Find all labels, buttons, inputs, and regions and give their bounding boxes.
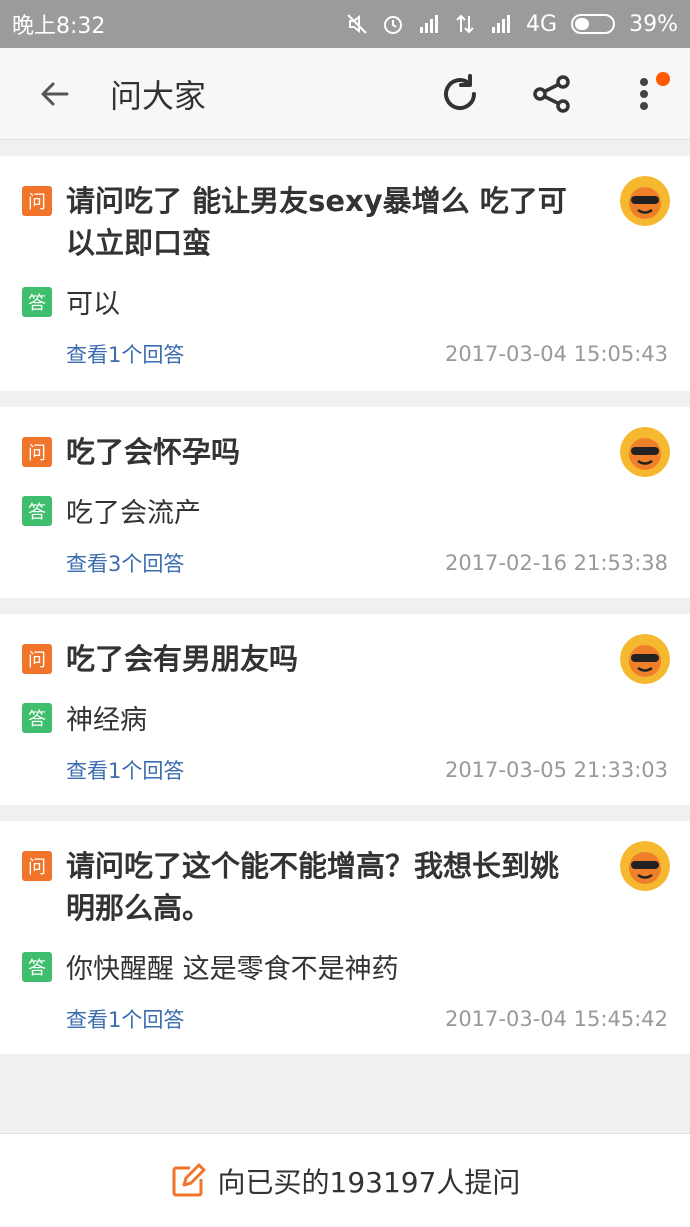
- question-tag: 问: [22, 644, 52, 674]
- edit-icon: [172, 1163, 206, 1196]
- question-tag: 问: [22, 851, 52, 881]
- refresh-button[interactable]: [414, 48, 506, 140]
- question-row: 问 请问吃了 能让男友sexy暴增么 吃了可以立即口蛮: [22, 180, 668, 264]
- view-answers-link[interactable]: 查看1个回答: [66, 755, 184, 785]
- answer-tag: 答: [22, 702, 52, 733]
- question-card[interactable]: 问 请问吃了这个能不能增高？我想长到姚明那么高。 答 你快醒醒 这是零食不是神药…: [0, 821, 690, 1054]
- ask-question-button[interactable]: 向已买的193197人提问: [0, 1133, 690, 1227]
- signal-icon-2: [492, 15, 511, 33]
- notification-dot: [656, 71, 670, 86]
- card-meta: 查看3个回答 2017-02-16 21:53:38: [22, 548, 668, 578]
- view-answers-link[interactable]: 查看1个回答: [66, 1004, 184, 1034]
- user-avatar: [620, 841, 670, 891]
- status-time: 晚上8:32: [12, 14, 106, 39]
- question-timestamp: 2017-03-04 15:45:42: [444, 1007, 668, 1031]
- answer-text: 吃了会流产: [66, 498, 201, 529]
- more-menu-button[interactable]: [598, 48, 690, 140]
- answer-row: 答 吃了会流产: [22, 491, 668, 530]
- answer-text: 可以: [66, 289, 120, 320]
- alarm-icon: [384, 16, 403, 34]
- user-avatar: [620, 176, 670, 226]
- question-timestamp: 2017-03-05 21:33:03: [444, 758, 668, 782]
- more-vertical-icon: [640, 77, 648, 110]
- app-header: 问大家: [0, 48, 690, 140]
- mute-icon: [347, 14, 367, 34]
- battery-percent: 39%: [629, 11, 678, 37]
- back-arrow-icon: [41, 82, 69, 105]
- card-meta: 查看1个回答 2017-03-04 15:05:43: [22, 339, 668, 369]
- share-button[interactable]: [506, 48, 598, 140]
- question-list: 问 请问吃了 能让男友sexy暴增么 吃了可以立即口蛮 答 可以 查看1个回答 …: [0, 156, 690, 1070]
- answer-row: 答 你快醒醒 这是零食不是神药: [22, 947, 668, 986]
- page-title: 问大家: [110, 76, 207, 115]
- battery-icon: [571, 14, 616, 34]
- view-answers-link[interactable]: 查看3个回答: [66, 548, 184, 578]
- card-meta: 查看1个回答 2017-03-05 21:33:03: [22, 755, 668, 785]
- answer-row: 答 神经病: [22, 698, 668, 737]
- back-button[interactable]: [0, 48, 110, 140]
- user-avatar: [620, 634, 670, 684]
- question-tag: 问: [22, 186, 52, 216]
- question-row: 问 请问吃了这个能不能增高？我想长到姚明那么高。: [22, 845, 668, 929]
- question-text: 吃了会有男朋友吗: [66, 642, 299, 676]
- answer-tag: 答: [22, 286, 52, 317]
- question-timestamp: 2017-02-16 21:53:38: [444, 551, 668, 575]
- status-bar: 晚上8:32 4G 39%: [0, 0, 690, 48]
- question-text: 吃了会怀孕吗: [66, 435, 241, 469]
- question-row: 问 吃了会怀孕吗: [22, 431, 668, 473]
- question-text: 请问吃了 能让男友sexy暴增么 吃了可以立即口蛮: [66, 184, 567, 260]
- share-icon: [533, 74, 570, 113]
- answer-row: 答 可以: [22, 282, 668, 321]
- ask-question-label: 向已买的193197人提问: [217, 1165, 521, 1199]
- signal-icon: [420, 15, 439, 33]
- view-answers-link[interactable]: 查看1个回答: [66, 339, 184, 369]
- question-card[interactable]: 问 吃了会有男朋友吗 答 神经病 查看1个回答 2017-03-05 21:33…: [0, 614, 690, 805]
- card-meta: 查看1个回答 2017-03-04 15:45:42: [22, 1004, 668, 1034]
- user-avatar: [620, 427, 670, 477]
- answer-text: 你快醒醒 这是零食不是神药: [66, 954, 399, 985]
- question-tag: 问: [22, 437, 52, 467]
- answer-text: 神经病: [66, 705, 147, 736]
- answer-tag: 答: [22, 951, 52, 982]
- refresh-icon: [444, 73, 476, 110]
- data-transfer-icon: [456, 14, 474, 34]
- question-timestamp: 2017-03-04 15:05:43: [444, 342, 668, 366]
- question-card[interactable]: 问 请问吃了 能让男友sexy暴增么 吃了可以立即口蛮 答 可以 查看1个回答 …: [0, 156, 690, 391]
- question-row: 问 吃了会有男朋友吗: [22, 638, 668, 680]
- question-text: 请问吃了这个能不能增高？我想长到姚明那么高。: [66, 849, 560, 925]
- question-card[interactable]: 问 吃了会怀孕吗 答 吃了会流产 查看3个回答 2017-02-16 21:53…: [0, 407, 690, 598]
- answer-tag: 答: [22, 495, 52, 526]
- network-type: 4G: [526, 11, 558, 37]
